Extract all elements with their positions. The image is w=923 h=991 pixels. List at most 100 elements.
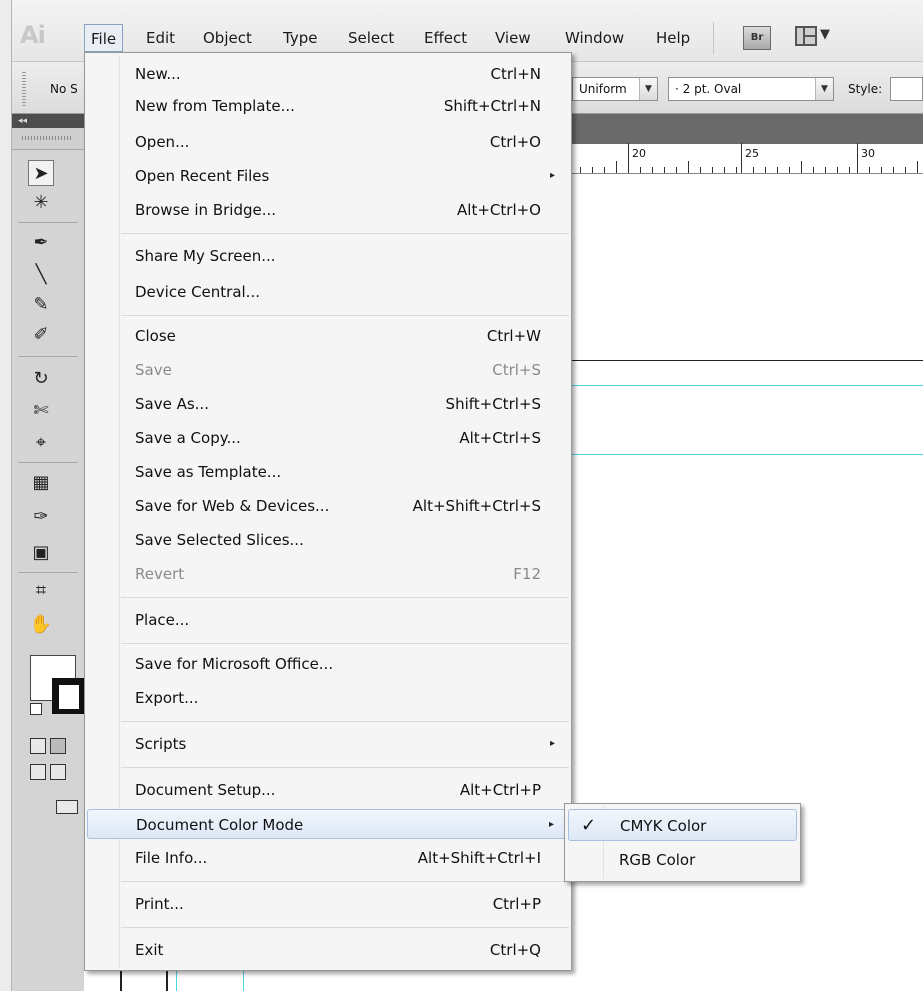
stroke-color-swatch[interactable]	[52, 678, 84, 714]
app-logo: Ai	[20, 21, 46, 49]
menu-item-save-selected-slices[interactable]: Save Selected Slices...	[87, 525, 569, 555]
menu-item-save-for-web[interactable]: Save for Web & Devices... Alt+Shift+Ctrl…	[87, 491, 569, 521]
default-colors-icon[interactable]	[30, 703, 42, 715]
guide-line[interactable]	[176, 971, 177, 991]
menu-item-label: Save for Microsoft Office...	[135, 655, 334, 673]
symbol-sprayer-tool-icon[interactable]: ▣	[28, 540, 54, 566]
menu-item-save-for-microsoft-office[interactable]: Save for Microsoft Office...	[87, 649, 569, 679]
menu-item-open-recent-files[interactable]: Open Recent Files ▸	[87, 161, 569, 191]
shape-builder-tool-icon[interactable]: ⌖	[28, 430, 54, 456]
control-bar-grip[interactable]	[22, 72, 26, 106]
paintbrush-tool-icon[interactable]: ✎	[28, 292, 54, 318]
menu-item-browse-in-bridge[interactable]: Browse in Bridge... Alt+Ctrl+O	[87, 195, 569, 225]
menu-item-new-from-template[interactable]: New from Template... Shift+Ctrl+N	[87, 91, 569, 121]
menu-item-export[interactable]: Export...	[87, 683, 569, 713]
screen-mode-icon[interactable]	[56, 800, 78, 814]
collapse-icon[interactable]: ◂◂	[18, 114, 27, 128]
ruler-tick	[869, 167, 870, 173]
blob-brush-tool-icon[interactable]: ✐	[28, 322, 54, 348]
style-swatch[interactable]	[890, 77, 923, 101]
menu-help[interactable]: Help	[656, 28, 690, 48]
ruler-tick	[813, 167, 814, 173]
menu-item-save: Save Ctrl+S	[87, 355, 569, 385]
guide-line[interactable]	[572, 385, 923, 386]
ruler-tick	[741, 143, 742, 173]
warp-tool-icon[interactable]: ✄	[28, 398, 54, 424]
workspace-switcher-icon[interactable]	[795, 26, 817, 46]
shortcut-label: Alt+Ctrl+O	[457, 201, 541, 219]
rotate-tool-icon[interactable]: ↻	[28, 366, 54, 392]
menu-item-open[interactable]: Open... Ctrl+O	[87, 127, 569, 157]
pasteboard[interactable]	[572, 174, 923, 360]
ruler-label: 25	[745, 147, 759, 160]
menu-item-exit[interactable]: Exit Ctrl+Q	[87, 935, 569, 965]
menu-item-save-as-template[interactable]: Save as Template...	[87, 457, 569, 487]
menubar-divider	[713, 22, 714, 54]
menu-item-place[interactable]: Place...	[87, 605, 569, 635]
ruler-tick	[765, 167, 766, 173]
shortcut-label: Shift+Ctrl+N	[443, 97, 541, 115]
menu-window[interactable]: Window	[565, 28, 624, 48]
menu-separator	[121, 721, 569, 722]
menu-item-new[interactable]: New... Ctrl+N	[87, 59, 569, 89]
brush-dropdown[interactable]: · 2 pt. Oval ▼	[668, 77, 834, 101]
menu-separator	[121, 881, 569, 882]
ruler-tick	[676, 167, 677, 173]
bridge-icon[interactable]: Br	[743, 26, 771, 50]
menu-item-print[interactable]: Print... Ctrl+P	[87, 889, 569, 919]
submenu-item-rgb-color[interactable]: RGB Color	[568, 844, 797, 876]
menu-item-share-my-screen[interactable]: Share My Screen...	[87, 241, 569, 271]
ruler-tick	[837, 167, 838, 173]
tools-divider	[18, 222, 78, 223]
submenu-item-label: CMYK Color	[620, 817, 707, 835]
artboard-tool-icon[interactable]: ⌗	[28, 578, 54, 604]
menu-item-scripts[interactable]: Scripts ▸	[87, 729, 569, 759]
menu-item-label: Export...	[135, 689, 199, 707]
menu-item-close[interactable]: Close Ctrl+W	[87, 321, 569, 351]
menu-item-document-setup[interactable]: Document Setup... Alt+Ctrl+P	[87, 775, 569, 805]
eyedropper-tool-icon[interactable]: ✑	[28, 504, 54, 530]
tools-divider	[18, 572, 78, 573]
menu-item-file-info[interactable]: File Info... Alt+Shift+Ctrl+I	[87, 843, 569, 873]
menu-separator	[121, 767, 569, 768]
menu-edit[interactable]: Edit	[146, 28, 175, 48]
menu-view[interactable]: View	[495, 28, 531, 48]
chevron-down-icon[interactable]: ▼	[820, 27, 830, 42]
guide-line[interactable]	[572, 454, 923, 455]
menu-item-label: Open Recent Files	[135, 167, 270, 185]
ruler-tick	[789, 167, 790, 173]
tools-panel-grip[interactable]	[12, 128, 84, 150]
menu-item-device-central[interactable]: Device Central...	[87, 277, 569, 307]
submenu-arrow-icon: ▸	[549, 738, 555, 749]
submenu-item-cmyk-color[interactable]: ✓ CMYK Color	[568, 809, 797, 841]
selection-tool-icon[interactable]: ➤	[28, 160, 54, 186]
pen-tool-icon[interactable]: ✒	[28, 230, 54, 256]
menu-object[interactable]: Object	[203, 28, 252, 48]
shortcut-label: Ctrl+Q	[489, 941, 541, 959]
ruler-tick	[640, 167, 641, 173]
menu-item-document-color-mode[interactable]: Document Color Mode ▸	[87, 809, 569, 839]
menu-select[interactable]: Select	[348, 28, 394, 48]
shortcut-label: F12	[513, 565, 541, 583]
menu-type[interactable]: Type	[283, 28, 317, 48]
menu-item-save-as[interactable]: Save As... Shift+Ctrl+S	[87, 389, 569, 419]
ruler-label: 30	[861, 147, 875, 160]
gradient-mode-icon[interactable]	[50, 738, 66, 754]
ruler-tick	[736, 167, 737, 173]
menu-file[interactable]: File	[84, 24, 124, 52]
magic-wand-tool-icon[interactable]: ✳	[28, 190, 54, 216]
color-mode-icon[interactable]	[30, 738, 46, 754]
menu-item-label: Document Color Mode	[136, 816, 304, 834]
hand-tool-icon[interactable]: ✋	[28, 612, 54, 638]
menu-item-label: Device Central...	[135, 283, 260, 301]
perspective-tool-icon[interactable]: ▦	[28, 470, 54, 496]
draw-normal-icon[interactable]	[30, 764, 46, 780]
stroke-profile-dropdown[interactable]: Uniform ▼	[572, 77, 658, 101]
menu-item-save-a-copy[interactable]: Save a Copy... Alt+Ctrl+S	[87, 423, 569, 453]
draw-behind-icon[interactable]	[50, 764, 66, 780]
ruler-tick	[801, 161, 802, 173]
guide-line[interactable]	[243, 971, 244, 991]
menu-item-label: Save for Web & Devices...	[135, 497, 330, 515]
menu-effect[interactable]: Effect	[424, 28, 467, 48]
line-tool-icon[interactable]: ╲	[28, 262, 54, 288]
